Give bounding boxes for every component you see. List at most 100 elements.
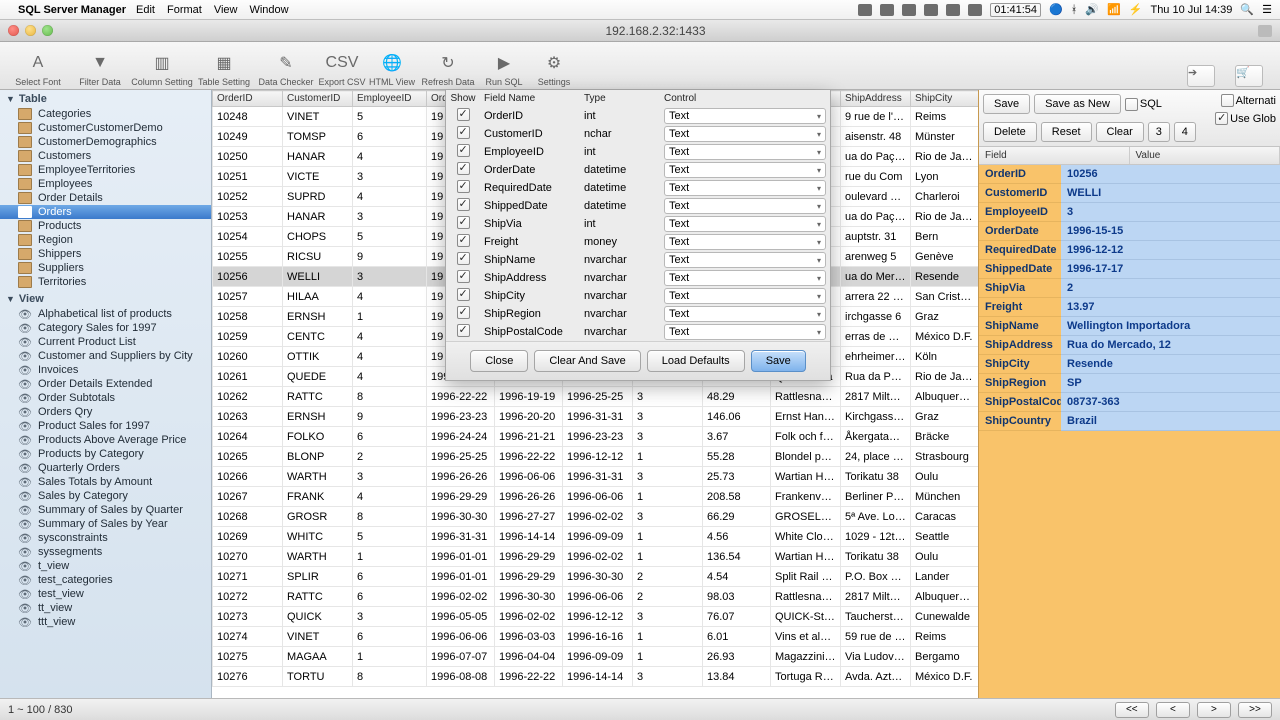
page-last-button[interactable]: >> [1238, 702, 1272, 718]
sidebar-table-item[interactable]: CustomerCustomerDemo [0, 121, 211, 135]
table-row[interactable]: 10272RATTC61996-02-021996-30-301996-06-0… [213, 587, 979, 607]
detail-field-value[interactable]: 3 [1061, 203, 1280, 222]
column-header[interactable]: OrderID [213, 91, 283, 107]
sidebar-view-item[interactable]: 👁sysconstraints [0, 531, 211, 545]
toolbar-arrow[interactable]: ➔ [1178, 65, 1224, 87]
column-header[interactable]: ShipAddress [841, 91, 911, 107]
sidebar-view-item[interactable]: 👁Products Above Average Price [0, 433, 211, 447]
detail-field-value[interactable]: Resende [1061, 355, 1280, 374]
menubar-clock[interactable]: Thu 10 Jul 14:39 [1150, 4, 1232, 16]
sidebar-view-item[interactable]: 👁Product Sales for 1997 [0, 419, 211, 433]
clear-button[interactable]: Clear [1096, 122, 1144, 142]
field-control-select[interactable]: Text▾ [664, 234, 826, 250]
dialog-close-button[interactable]: Close [470, 350, 528, 372]
table-row[interactable]: 10265BLONP21996-25-251996-22-221996-12-1… [213, 447, 979, 467]
alternate-checkbox[interactable]: Alternati [1221, 94, 1276, 107]
sidebar-section-view[interactable]: ▼View [0, 291, 211, 307]
sidebar-view-item[interactable]: 👁tt_view [0, 601, 211, 615]
delete-button[interactable]: Delete [983, 122, 1037, 142]
detail-field-value[interactable]: 08737-363 [1061, 393, 1280, 412]
reset-button[interactable]: Reset [1041, 122, 1092, 142]
sidebar-view-item[interactable]: 👁test_categories [0, 573, 211, 587]
sidebar-view-item[interactable]: 👁Products by Category [0, 447, 211, 461]
sidebar-table-item[interactable]: Products [0, 219, 211, 233]
detail-field-value[interactable]: 2 [1061, 279, 1280, 298]
save-as-new-button[interactable]: Save as New [1034, 94, 1121, 114]
select-font-button[interactable]: ASelect Font [8, 51, 68, 87]
window-fullscreen-button[interactable] [1258, 25, 1272, 37]
sidebar-view-item[interactable]: 👁ttt_view [0, 615, 211, 629]
window-zoom-button[interactable] [42, 25, 53, 36]
sidebar-table-item[interactable]: Order Details [0, 191, 211, 205]
detail-field-value[interactable]: 1996-12-12 [1061, 241, 1280, 260]
page-next-button[interactable]: > [1197, 702, 1231, 718]
sidebar-table-item[interactable]: Suppliers [0, 261, 211, 275]
use-global-checkbox[interactable]: Use Glob [1215, 112, 1276, 125]
field-show-checkbox[interactable] [457, 162, 470, 175]
table-row[interactable]: 10275MAGAA11996-07-071996-04-041996-09-0… [213, 647, 979, 667]
notification-center-icon[interactable]: ☰ [1262, 3, 1272, 16]
detail-field-value[interactable]: Rua do Mercado, 12 [1061, 336, 1280, 355]
field-show-checkbox[interactable] [457, 126, 470, 139]
field-control-select[interactable]: Text▾ [664, 306, 826, 322]
cols-3-button[interactable]: 3 [1148, 122, 1170, 142]
field-show-checkbox[interactable] [457, 252, 470, 265]
detail-field-value[interactable]: WELLI [1061, 184, 1280, 203]
table-row[interactable]: 10270WARTH11996-01-011996-29-291996-02-0… [213, 547, 979, 567]
field-show-checkbox[interactable] [457, 324, 470, 337]
field-show-checkbox[interactable] [457, 288, 470, 301]
field-control-select[interactable]: Text▾ [664, 198, 826, 214]
sidebar-view-item[interactable]: 👁Invoices [0, 363, 211, 377]
detail-field-value[interactable]: 1996-17-17 [1061, 260, 1280, 279]
field-control-select[interactable]: Text▾ [664, 288, 826, 304]
refresh-data-button[interactable]: ↻Refresh Data [418, 51, 478, 87]
field-show-checkbox[interactable] [457, 144, 470, 157]
field-control-select[interactable]: Text▾ [664, 252, 826, 268]
table-row[interactable]: 10263ERNSH91996-23-231996-20-201996-31-3… [213, 407, 979, 427]
sidebar-view-item[interactable]: 👁Orders Qry [0, 405, 211, 419]
table-row[interactable]: 10264FOLKO61996-24-241996-21-211996-23-2… [213, 427, 979, 447]
sidebar-view-item[interactable]: 👁t_view [0, 559, 211, 573]
sidebar-table-item[interactable]: EmployeeTerritories [0, 163, 211, 177]
detail-field-value[interactable]: 10256 [1061, 165, 1280, 184]
sidebar-view-item[interactable]: 👁Order Details Extended [0, 377, 211, 391]
menu-format[interactable]: Format [167, 4, 202, 16]
table-row[interactable]: 10274VINET61996-06-061996-03-031996-16-1… [213, 627, 979, 647]
sidebar-table-item[interactable]: Orders [0, 205, 211, 219]
page-prev-button[interactable]: < [1156, 702, 1190, 718]
table-row[interactable]: 10269WHITC51996-31-311996-14-141996-09-0… [213, 527, 979, 547]
field-control-select[interactable]: Text▾ [664, 324, 826, 340]
menu-view[interactable]: View [214, 4, 238, 16]
table-row[interactable]: 10273QUICK31996-05-051996-02-021996-12-1… [213, 607, 979, 627]
sidebar-table-item[interactable]: CustomerDemographics [0, 135, 211, 149]
menu-edit[interactable]: Edit [136, 4, 155, 16]
sidebar-table-item[interactable]: Employees [0, 177, 211, 191]
settings-button[interactable]: ⚙Settings [530, 51, 578, 87]
sql-checkbox[interactable]: SQL [1125, 98, 1162, 111]
detail-field-value[interactable]: Wellington Importadora [1061, 317, 1280, 336]
field-show-checkbox[interactable] [457, 306, 470, 319]
filter-data-button[interactable]: ▼Filter Data [70, 51, 130, 87]
table-row[interactable]: 10267FRANK41996-29-291996-26-261996-06-0… [213, 487, 979, 507]
dialog-load-defaults-button[interactable]: Load Defaults [647, 350, 745, 372]
field-show-checkbox[interactable] [457, 198, 470, 211]
sidebar-view-item[interactable]: 👁Sales by Category [0, 489, 211, 503]
detail-field-value[interactable]: 1996-15-15 [1061, 222, 1280, 241]
sidebar-table-item[interactable]: Categories [0, 107, 211, 121]
sidebar-view-item[interactable]: 👁syssegments [0, 545, 211, 559]
sidebar-table-item[interactable]: Territories [0, 275, 211, 289]
table-row[interactable]: 10262RATTC81996-22-221996-19-191996-25-2… [213, 387, 979, 407]
cols-4-button[interactable]: 4 [1174, 122, 1196, 142]
sidebar-view-item[interactable]: 👁Quarterly Orders [0, 461, 211, 475]
sidebar-view-item[interactable]: 👁test_view [0, 587, 211, 601]
menu-window[interactable]: Window [249, 4, 288, 16]
field-control-select[interactable]: Text▾ [664, 162, 826, 178]
field-control-select[interactable]: Text▾ [664, 216, 826, 232]
field-control-select[interactable]: Text▾ [664, 180, 826, 196]
page-first-button[interactable]: << [1115, 702, 1149, 718]
field-show-checkbox[interactable] [457, 270, 470, 283]
column-header[interactable]: CustomerID [283, 91, 353, 107]
table-row[interactable]: 10271SPLIR61996-01-011996-29-291996-30-3… [213, 567, 979, 587]
app-title[interactable]: SQL Server Manager [18, 4, 126, 16]
detail-field-value[interactable]: Brazil [1061, 412, 1280, 431]
